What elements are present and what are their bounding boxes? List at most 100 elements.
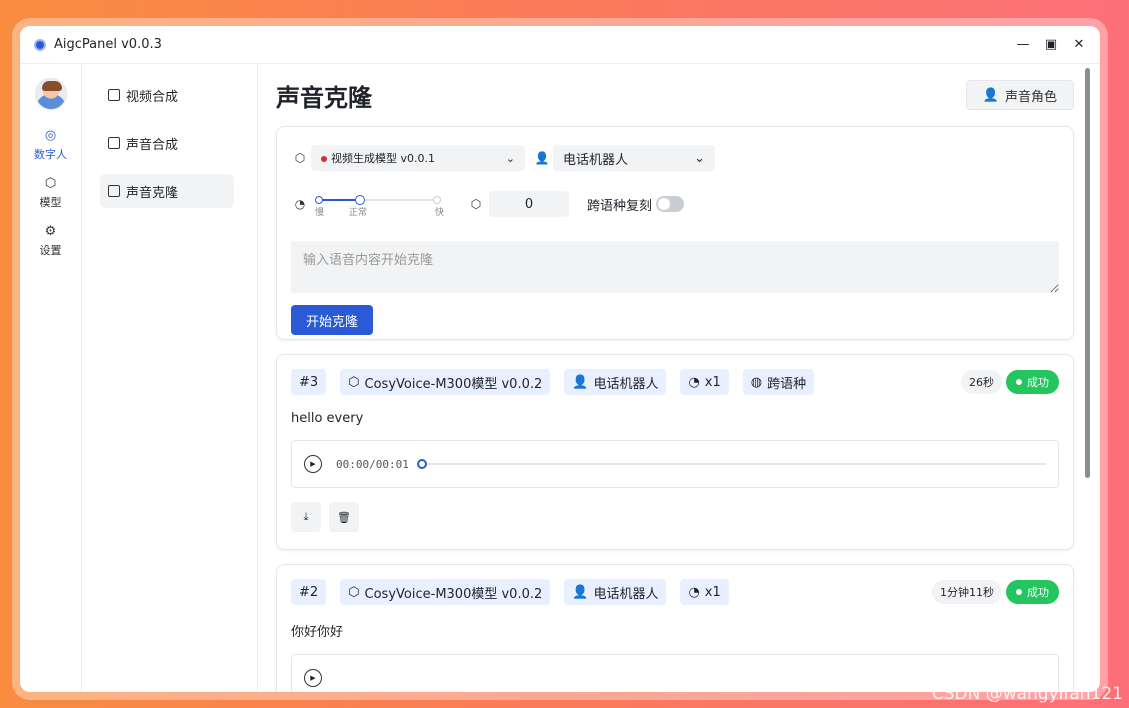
- user-voice-icon: 👤: [534, 151, 550, 165]
- record-model-label: CosyVoice-M300模型 v0.0.2: [364, 376, 543, 392]
- trash-icon[interactable]: 🗑: [329, 502, 359, 532]
- primary-rail: ◎ 数字人 ⬡ 模型 ⚙ 设置: [20, 64, 82, 692]
- clone-form-card: ⬡ 视频生成模型 v0.0.1 ⌄ 👤 电话机器人 ⌄ ◔ 慢 正常 快 ⬡ 0…: [276, 126, 1074, 340]
- status-dot-icon: [321, 156, 327, 162]
- audio-progress[interactable]: [416, 459, 1046, 469]
- record-cross-tag: ◍ 跨语种: [742, 369, 815, 395]
- record-model-tag: ⬡ CosyVoice-M300模型 v0.0.2: [340, 369, 551, 395]
- record-id-tag: #2: [291, 579, 327, 605]
- window-title: AigcPanel v0.0.3: [54, 37, 162, 52]
- progress-handle[interactable]: [416, 459, 427, 469]
- scrollbar[interactable]: [1085, 68, 1090, 478]
- duration-badge: 26秒: [961, 370, 1002, 394]
- speed-label-normal: 正常: [349, 208, 368, 218]
- speed-label-fast: 快: [435, 208, 445, 218]
- app-window: AigcPanel v0.0.3 — ▣ ✕ ◎ 数字人 ⬡ 模型 ⚙ 设置 .…: [20, 26, 1100, 692]
- play-icon[interactable]: ▶: [304, 455, 322, 473]
- copy-icon: .: [108, 185, 120, 197]
- rail-item-label: 模型: [39, 196, 62, 209]
- scan-icon: .: [108, 137, 120, 149]
- subnav-item-video-synthesis[interactable]: . 视频合成: [100, 78, 234, 112]
- voice-select[interactable]: 电话机器人 ⌄: [553, 145, 715, 171]
- user-voice-icon: 👤: [982, 87, 999, 102]
- slider-stop: [315, 196, 323, 204]
- download-icon[interactable]: ⤓: [291, 502, 321, 532]
- status-label: 成功: [1027, 586, 1049, 599]
- video-icon: .: [108, 89, 120, 101]
- status-badge: 成功: [1006, 370, 1059, 394]
- gauge-icon: ◔: [688, 374, 700, 390]
- gauge-icon: ◔: [294, 197, 306, 211]
- seed-input[interactable]: 0: [489, 191, 569, 217]
- record-voice-label: 电话机器人: [593, 376, 659, 392]
- subnav-label: 声音克隆: [126, 185, 179, 201]
- user-voice-icon: 👤: [572, 374, 589, 390]
- slider-handle[interactable]: [355, 195, 365, 205]
- model-select-value: 视频生成模型 v0.0.1: [331, 152, 435, 165]
- record-speed-tag: ◔ x1: [680, 369, 729, 395]
- record-text: hello every: [291, 411, 364, 426]
- speed-slider[interactable]: 慢 正常 快: [315, 191, 444, 218]
- voice-select-value: 电话机器人: [563, 152, 629, 168]
- audio-player: ▶ 00:00/00:01: [291, 440, 1059, 488]
- player-time: 00:00/00:01: [336, 457, 409, 471]
- rail-item-label: 数字人: [34, 148, 67, 161]
- clone-record-card: #2 ⬡ CosyVoice-M300模型 v0.0.2 👤 电话机器人 ◔ x1 1…: [276, 564, 1074, 692]
- cube-icon: ⬡: [348, 584, 360, 600]
- clone-text-input[interactable]: [291, 241, 1059, 293]
- watermark: CSDN @wangyifan121: [931, 684, 1123, 704]
- rail-item-digital-human[interactable]: ◎ 数字人: [20, 128, 81, 162]
- record-voice-tag: 👤 电话机器人: [564, 579, 667, 605]
- main-content: 声音克隆 👤 声音角色 ⬡ 视频生成模型 v0.0.1 ⌄ 👤 电话机器人 ⌄: [258, 64, 1100, 692]
- slider-stop: [433, 196, 441, 204]
- page-title: 声音克隆: [276, 83, 372, 112]
- avatar[interactable]: [34, 78, 67, 110]
- record-voice-tag: 👤 电话机器人: [564, 369, 667, 395]
- cube-icon: ⬡: [470, 197, 482, 211]
- record-id-tag: #3: [291, 369, 327, 395]
- cross-lingual-label: 跨语种复刻: [587, 198, 653, 214]
- rail-item-label: 设置: [39, 244, 62, 257]
- duration-badge: 1分钟11秒: [932, 580, 1002, 604]
- minimize-icon[interactable]: —: [1016, 37, 1030, 52]
- record-model-label: CosyVoice-M300模型 v0.0.2: [364, 586, 543, 602]
- status-label: 成功: [1027, 376, 1049, 389]
- model-select[interactable]: 视频生成模型 v0.0.1 ⌄: [311, 145, 525, 171]
- gear-icon: ⚙: [44, 224, 57, 239]
- ai-icon: ◎: [44, 128, 57, 143]
- app-logo-icon: [34, 38, 46, 51]
- record-text: 你好你好: [291, 625, 344, 640]
- chevron-down-icon: ⌄: [505, 151, 515, 165]
- title-bar: AigcPanel v0.0.3 — ▣ ✕: [20, 26, 1100, 64]
- record-speed-label: x1: [704, 374, 721, 390]
- record-speed-label: x1: [704, 584, 721, 600]
- user-voice-icon: 👤: [572, 584, 589, 600]
- subnav-label: 声音合成: [126, 137, 179, 153]
- voice-role-label: 声音角色: [1004, 88, 1057, 104]
- globe-icon: ◍: [750, 374, 763, 390]
- cube-icon: ⬡: [294, 151, 306, 165]
- voice-role-button[interactable]: 👤 声音角色: [965, 80, 1074, 110]
- record-model-tag: ⬡ CosyVoice-M300模型 v0.0.2: [340, 579, 551, 605]
- cross-lingual-toggle[interactable]: [656, 196, 685, 212]
- secondary-nav: . 视频合成 . 声音合成 . 声音克隆: [82, 64, 258, 692]
- close-icon[interactable]: ✕: [1072, 37, 1086, 52]
- rail-item-settings[interactable]: ⚙ 设置: [20, 224, 81, 258]
- cube-icon: ⬡: [348, 374, 360, 390]
- cube-icon: ⬡: [44, 176, 57, 191]
- record-voice-label: 电话机器人: [593, 586, 659, 602]
- record-speed-tag: ◔ x1: [680, 579, 729, 605]
- status-badge: 成功: [1006, 580, 1059, 604]
- play-icon[interactable]: ▶: [304, 669, 322, 687]
- rail-item-model[interactable]: ⬡ 模型: [20, 176, 81, 210]
- chevron-down-icon: ⌄: [694, 150, 705, 166]
- subnav-label: 视频合成: [126, 89, 179, 105]
- speed-label-slow: 慢: [315, 208, 325, 218]
- maximize-icon[interactable]: ▣: [1044, 37, 1058, 52]
- subnav-item-voice-clone[interactable]: . 声音克隆: [100, 174, 234, 208]
- start-clone-button[interactable]: 开始克隆: [291, 305, 374, 335]
- gauge-icon: ◔: [688, 584, 700, 600]
- record-cross-label: 跨语种: [767, 376, 807, 392]
- clone-record-card: #3 ⬡ CosyVoice-M300模型 v0.0.2 👤 电话机器人 ◔ x1 ◍…: [276, 354, 1074, 550]
- subnav-item-voice-synthesis[interactable]: . 声音合成: [100, 126, 234, 160]
